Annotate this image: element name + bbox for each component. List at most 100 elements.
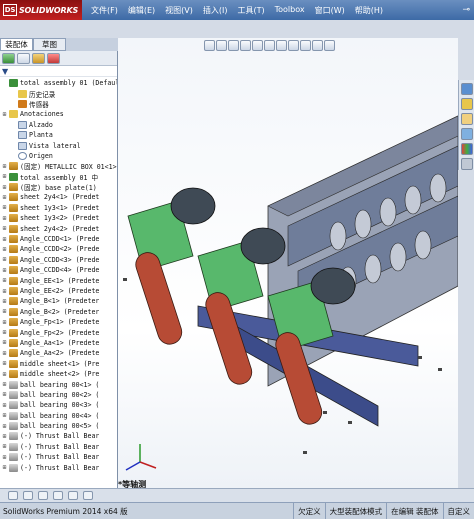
- solidworks-logo[interactable]: DS SOLIDWORKS: [0, 0, 82, 20]
- last-tab-icon[interactable]: [53, 491, 63, 500]
- feature-manager-tab-icon[interactable]: [2, 52, 15, 64]
- status-units[interactable]: 自定义: [442, 502, 474, 519]
- appearances-icon[interactable]: [461, 143, 473, 155]
- tab-assembly[interactable]: 装配体: [0, 38, 33, 51]
- configuration-manager-tab-icon[interactable]: [32, 52, 45, 64]
- menu-window[interactable]: 窗口(W): [310, 5, 350, 16]
- expand-toggle-icon[interactable]: ⊞: [0, 319, 9, 326]
- tree-item[interactable]: ⊞ Angle_EE<1> (Predete: [0, 275, 117, 285]
- tree-item[interactable]: ⊞ sheet 2y4<2> (Predet: [0, 223, 117, 233]
- tree-item[interactable]: ⊞ ball bearing 00<3> (: [0, 400, 117, 410]
- tree-item[interactable]: ⊞ Angle_B<1> (Predeter: [0, 296, 117, 306]
- tree-item[interactable]: ⊞ middle sheet<1> (Pre: [0, 359, 117, 369]
- menu-help[interactable]: 帮助(H): [350, 5, 388, 16]
- view-palette-icon[interactable]: [461, 128, 473, 140]
- property-manager-tab-icon[interactable]: [17, 52, 30, 64]
- model-tab-icon[interactable]: [83, 491, 93, 500]
- expand-toggle-icon[interactable]: ⊞: [0, 308, 9, 315]
- expand-toggle-icon[interactable]: ⊞: [0, 236, 9, 243]
- expand-toggle-icon[interactable]: ⊞: [0, 267, 9, 274]
- file-explorer-icon[interactable]: [461, 113, 473, 125]
- tree-item[interactable]: ⊞ Angle_EE<2> (Predete: [0, 286, 117, 296]
- tree-item[interactable]: ⊞ Angle_CCDD<1> (Prede: [0, 234, 117, 244]
- expand-toggle-icon[interactable]: ⊞: [0, 433, 9, 440]
- graphics-viewport[interactable]: *等轴测: [118, 38, 458, 488]
- filter-icon[interactable]: ▼: [2, 67, 8, 76]
- tree-item[interactable]: ⊞ Angle_CCDD<2> (Prede: [0, 244, 117, 254]
- tree-item[interactable]: ⊞ middle sheet<2> (Pre: [0, 369, 117, 379]
- expand-toggle-icon[interactable]: ⊞: [0, 350, 9, 357]
- hide-show-items-icon[interactable]: [288, 40, 299, 51]
- zoom-to-fit-icon[interactable]: [204, 40, 215, 51]
- expand-toggle-icon[interactable]: ⊞: [0, 443, 9, 450]
- previous-tab-icon[interactable]: [23, 491, 33, 500]
- expand-toggle-icon[interactable]: ⊞: [0, 163, 9, 170]
- menu-insert[interactable]: 插入(I): [198, 5, 233, 16]
- menu-file[interactable]: 文件(F): [86, 5, 123, 16]
- expand-toggle-icon[interactable]: ⊞: [0, 381, 9, 388]
- menu-tools[interactable]: 工具(T): [232, 5, 269, 16]
- tree-item[interactable]: ⊞ (-) Thrust Ball Bear: [0, 442, 117, 452]
- expand-toggle-icon[interactable]: ⊞: [0, 329, 9, 336]
- expand-toggle-icon[interactable]: ⊞: [0, 298, 9, 305]
- expand-toggle-icon[interactable]: ⊞: [0, 454, 9, 461]
- tree-item[interactable]: Alzado: [0, 120, 117, 130]
- tree-item[interactable]: Vista lateral: [0, 140, 117, 150]
- tree-item[interactable]: ⊞ Angle_Fp<1> (Predete: [0, 317, 117, 327]
- expand-toggle-icon[interactable]: ⊞: [0, 184, 9, 191]
- tree-item[interactable]: ⊞ sheet 1y3<2> (Predet: [0, 213, 117, 223]
- expand-toggle-icon[interactable]: ⊞: [0, 173, 9, 180]
- expand-toggle-icon[interactable]: ⊞: [0, 215, 9, 222]
- expand-toggle-icon[interactable]: ⊞: [0, 225, 9, 232]
- tree-item[interactable]: ⊞ total assembly 01 中: [0, 172, 117, 182]
- expand-toggle-icon[interactable]: ⊞: [0, 246, 9, 253]
- expand-toggle-icon[interactable]: ⊞: [0, 111, 9, 118]
- tree-item[interactable]: 历史记录: [0, 88, 117, 99]
- expand-toggle-icon[interactable]: ⊞: [0, 339, 9, 346]
- screw-conveyor-model[interactable]: [118, 56, 458, 476]
- tree-item[interactable]: ⊞ (-) Thrust Ball Bear: [0, 431, 117, 441]
- tree-item[interactable]: ⊞ Angle_Aa<2> (Predete: [0, 348, 117, 358]
- design-library-icon[interactable]: [461, 98, 473, 110]
- menu-toolbox[interactable]: Toolbox: [270, 5, 310, 16]
- next-tab-icon[interactable]: [38, 491, 48, 500]
- motion-study-icon[interactable]: [68, 491, 78, 500]
- tree-item[interactable]: ⊞ sheet 2y4<1> (Predet: [0, 192, 117, 202]
- edit-appearance-icon[interactable]: [300, 40, 311, 51]
- expand-toggle-icon[interactable]: ⊞: [0, 464, 9, 471]
- expand-toggle-icon[interactable]: ⊞: [0, 391, 9, 398]
- tree-item[interactable]: total assembly 01 (Default<: [0, 78, 117, 88]
- tree-item[interactable]: ⊞ Angle_Fp<2> (Predete: [0, 327, 117, 337]
- first-tab-icon[interactable]: [8, 491, 18, 500]
- appearance-tab-icon[interactable]: [47, 52, 60, 64]
- apply-scene-icon[interactable]: [312, 40, 323, 51]
- expand-toggle-icon[interactable]: ⊞: [0, 277, 9, 284]
- menu-view[interactable]: 视图(V): [160, 5, 198, 16]
- dynamic-annotation-icon[interactable]: [252, 40, 263, 51]
- status-large-assembly[interactable]: 大型装配体模式: [324, 502, 387, 519]
- expand-toggle-icon[interactable]: ⊞: [0, 402, 9, 409]
- pin-icon[interactable]: ⊸: [462, 5, 470, 15]
- tree-item[interactable]: ⊞ ball bearing 00<2> (: [0, 390, 117, 400]
- expand-toggle-icon[interactable]: ⊞: [0, 371, 9, 378]
- tree-item[interactable]: ⊞ ball bearing 00<5> (: [0, 421, 117, 431]
- expand-toggle-icon[interactable]: ⊞: [0, 360, 9, 367]
- tree-item[interactable]: ⊞ sheet 1y3<1> (Predet: [0, 203, 117, 213]
- tree-item[interactable]: 传感器: [0, 99, 117, 109]
- expand-toggle-icon[interactable]: ⊞: [0, 204, 9, 211]
- tree-item[interactable]: ⊞ Angle_CCDD<3> (Prede: [0, 255, 117, 265]
- home-icon[interactable]: [461, 83, 473, 95]
- view-settings-icon[interactable]: [324, 40, 335, 51]
- tree-item[interactable]: ⊞ Angle_B<2> (Predeter: [0, 307, 117, 317]
- expand-toggle-icon[interactable]: ⊞: [0, 256, 9, 263]
- tree-item[interactable]: ⊞ Anotaciones: [0, 109, 117, 119]
- tree-item[interactable]: Planta: [0, 130, 117, 140]
- zoom-area-icon[interactable]: [216, 40, 227, 51]
- previous-view-icon[interactable]: [228, 40, 239, 51]
- tree-item[interactable]: ⊞ Angle_CCDD<4> (Prede: [0, 265, 117, 275]
- tree-item[interactable]: Origen: [0, 151, 117, 161]
- expand-toggle-icon[interactable]: ⊞: [0, 423, 9, 430]
- tree-item[interactable]: ⊞ (固定) base plate(1): [0, 182, 117, 192]
- tree-item[interactable]: ⊞ ball bearing 00<1> (: [0, 379, 117, 389]
- custom-properties-icon[interactable]: [461, 158, 473, 170]
